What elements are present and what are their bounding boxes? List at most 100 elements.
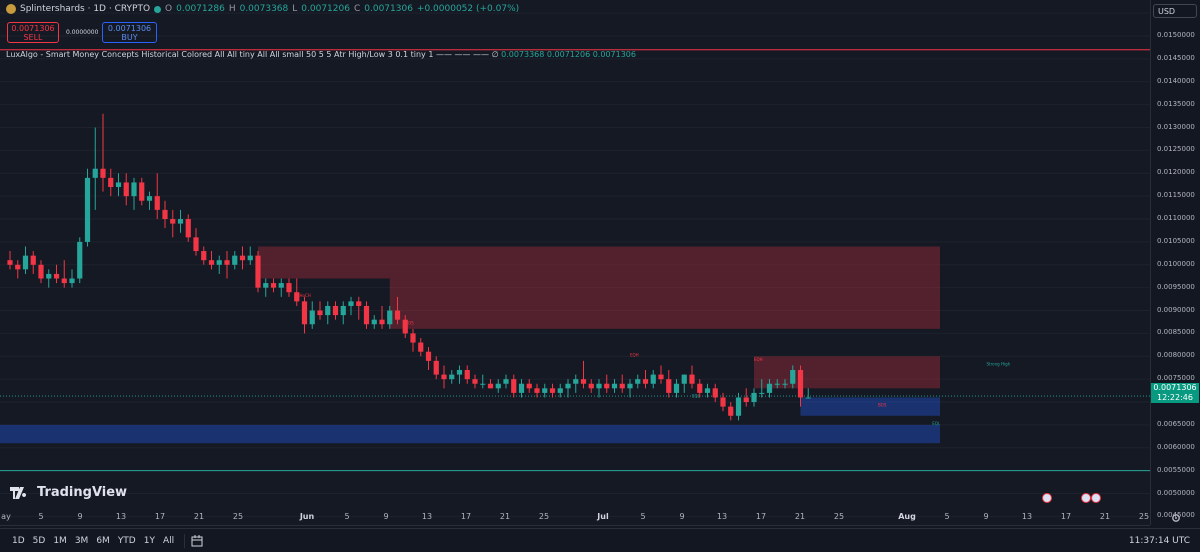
candle bbox=[728, 402, 734, 421]
candle bbox=[673, 379, 680, 398]
candle bbox=[464, 365, 470, 384]
candle bbox=[573, 374, 579, 393]
candle-body bbox=[542, 388, 548, 393]
candle bbox=[805, 388, 811, 399]
gear-icon[interactable] bbox=[1171, 513, 1181, 523]
candle-body bbox=[232, 255, 238, 265]
candle bbox=[332, 301, 339, 320]
candle bbox=[503, 374, 509, 389]
candle-body bbox=[325, 305, 331, 316]
candle bbox=[255, 251, 261, 293]
candle-body bbox=[410, 333, 416, 343]
candle-body bbox=[317, 310, 323, 316]
candle bbox=[309, 301, 315, 329]
smc-label: Strong High bbox=[987, 361, 1011, 366]
buy-label: BUY bbox=[121, 33, 138, 42]
candle bbox=[642, 370, 649, 389]
open-label: O bbox=[165, 4, 173, 14]
symbol-title[interactable]: Splintershards · 1D · CRYPTO bbox=[20, 4, 150, 14]
candlestick-chart[interactable]: CHoCH BOS EQH EQH EQL BOS EQL Strong High bbox=[0, 0, 1150, 525]
candle-body bbox=[170, 219, 176, 224]
candle-body bbox=[115, 182, 122, 188]
timeframe-button[interactable]: 1M bbox=[49, 536, 71, 546]
chart-pane[interactable]: CHoCH BOS EQH EQH EQL BOS EQL Strong High bbox=[0, 0, 1150, 525]
candle-body bbox=[704, 388, 711, 393]
candle-body bbox=[642, 379, 649, 384]
candle bbox=[534, 383, 540, 398]
time-tick-label: 13 bbox=[716, 512, 728, 521]
time-tick-label: 9 bbox=[77, 512, 83, 521]
currency-selector[interactable]: USD bbox=[1153, 4, 1197, 18]
candle bbox=[371, 315, 377, 329]
price-tick-label: 0.0085000 bbox=[1157, 328, 1195, 337]
candle bbox=[480, 374, 486, 389]
candle-body bbox=[526, 383, 532, 389]
candle-body bbox=[464, 370, 470, 380]
market-status-icon bbox=[154, 5, 162, 13]
candle bbox=[84, 168, 91, 247]
candle bbox=[286, 278, 292, 297]
candle-body bbox=[712, 388, 718, 398]
candle-body bbox=[549, 388, 556, 393]
low-value: 0.0071206 bbox=[301, 4, 350, 14]
candle-body bbox=[774, 383, 780, 385]
price-tick-label: 0.0125000 bbox=[1157, 145, 1195, 154]
clock[interactable]: 11:37:14 UTC bbox=[1129, 536, 1190, 546]
candle bbox=[278, 278, 284, 297]
candle bbox=[720, 392, 726, 412]
timeframe-button[interactable]: 3M bbox=[71, 536, 93, 546]
candle-body bbox=[371, 319, 377, 325]
candle-body bbox=[518, 383, 525, 393]
tradingview-logo[interactable]: TradingView bbox=[10, 485, 127, 500]
open-value: 0.0071286 bbox=[176, 4, 225, 14]
candle-body bbox=[7, 260, 13, 265]
candle bbox=[712, 383, 718, 403]
change-value: +0.0000052 (+0.07%) bbox=[416, 4, 520, 14]
candle bbox=[542, 383, 548, 398]
candle bbox=[681, 374, 687, 393]
candle-body bbox=[635, 379, 641, 384]
timeframe-button[interactable]: 1D bbox=[8, 536, 29, 546]
timeframe-button[interactable]: YTD bbox=[114, 536, 140, 546]
candle-body bbox=[123, 182, 129, 197]
candle-body bbox=[394, 310, 401, 320]
candle bbox=[325, 301, 331, 325]
date-range-icon[interactable] bbox=[191, 534, 203, 547]
price-tick-label: 0.0055000 bbox=[1157, 465, 1195, 474]
sell-price: 0.0071306 bbox=[11, 24, 55, 33]
indicator-separator: ∅ bbox=[491, 50, 499, 59]
price-axis[interactable]: 0.01550000.01500000.01450000.01400000.01… bbox=[1150, 0, 1200, 525]
price-tick-label: 0.0115000 bbox=[1157, 191, 1195, 200]
candle bbox=[635, 374, 641, 389]
sell-button[interactable]: 0.0071306 SELL bbox=[7, 22, 59, 43]
event-flag-icon[interactable] bbox=[1091, 493, 1101, 503]
timeframe-button[interactable]: 6M bbox=[92, 536, 114, 546]
candle-body bbox=[309, 310, 315, 325]
time-tick-label: 17 bbox=[755, 512, 767, 521]
candle bbox=[472, 374, 478, 389]
buy-button[interactable]: 0.0071306 BUY bbox=[102, 22, 157, 43]
candle bbox=[704, 383, 711, 398]
candle-body bbox=[619, 383, 625, 389]
timeframe-button[interactable]: 1Y bbox=[140, 536, 159, 546]
candle-body bbox=[22, 255, 29, 270]
timeframe-button[interactable]: All bbox=[159, 536, 178, 546]
candle bbox=[201, 246, 207, 265]
candle bbox=[123, 173, 129, 206]
time-tick-label: 25 bbox=[833, 512, 845, 521]
candle bbox=[232, 251, 238, 270]
candle bbox=[619, 374, 625, 393]
candle bbox=[588, 379, 594, 393]
event-flag-icon[interactable] bbox=[1042, 493, 1052, 503]
candle bbox=[425, 347, 432, 371]
event-flag-icon[interactable] bbox=[1081, 493, 1091, 503]
supply-zone bbox=[754, 356, 940, 389]
indicator-legend[interactable]: LuxAlgo - Smart Money Concepts Historica… bbox=[6, 50, 636, 59]
candle-body bbox=[239, 255, 246, 261]
timeframe-button[interactable]: 5D bbox=[29, 536, 50, 546]
time-tick-label: 13 bbox=[421, 512, 433, 521]
candle bbox=[356, 296, 362, 320]
candle bbox=[410, 328, 416, 352]
candle-body bbox=[154, 196, 160, 210]
candle bbox=[131, 177, 137, 210]
